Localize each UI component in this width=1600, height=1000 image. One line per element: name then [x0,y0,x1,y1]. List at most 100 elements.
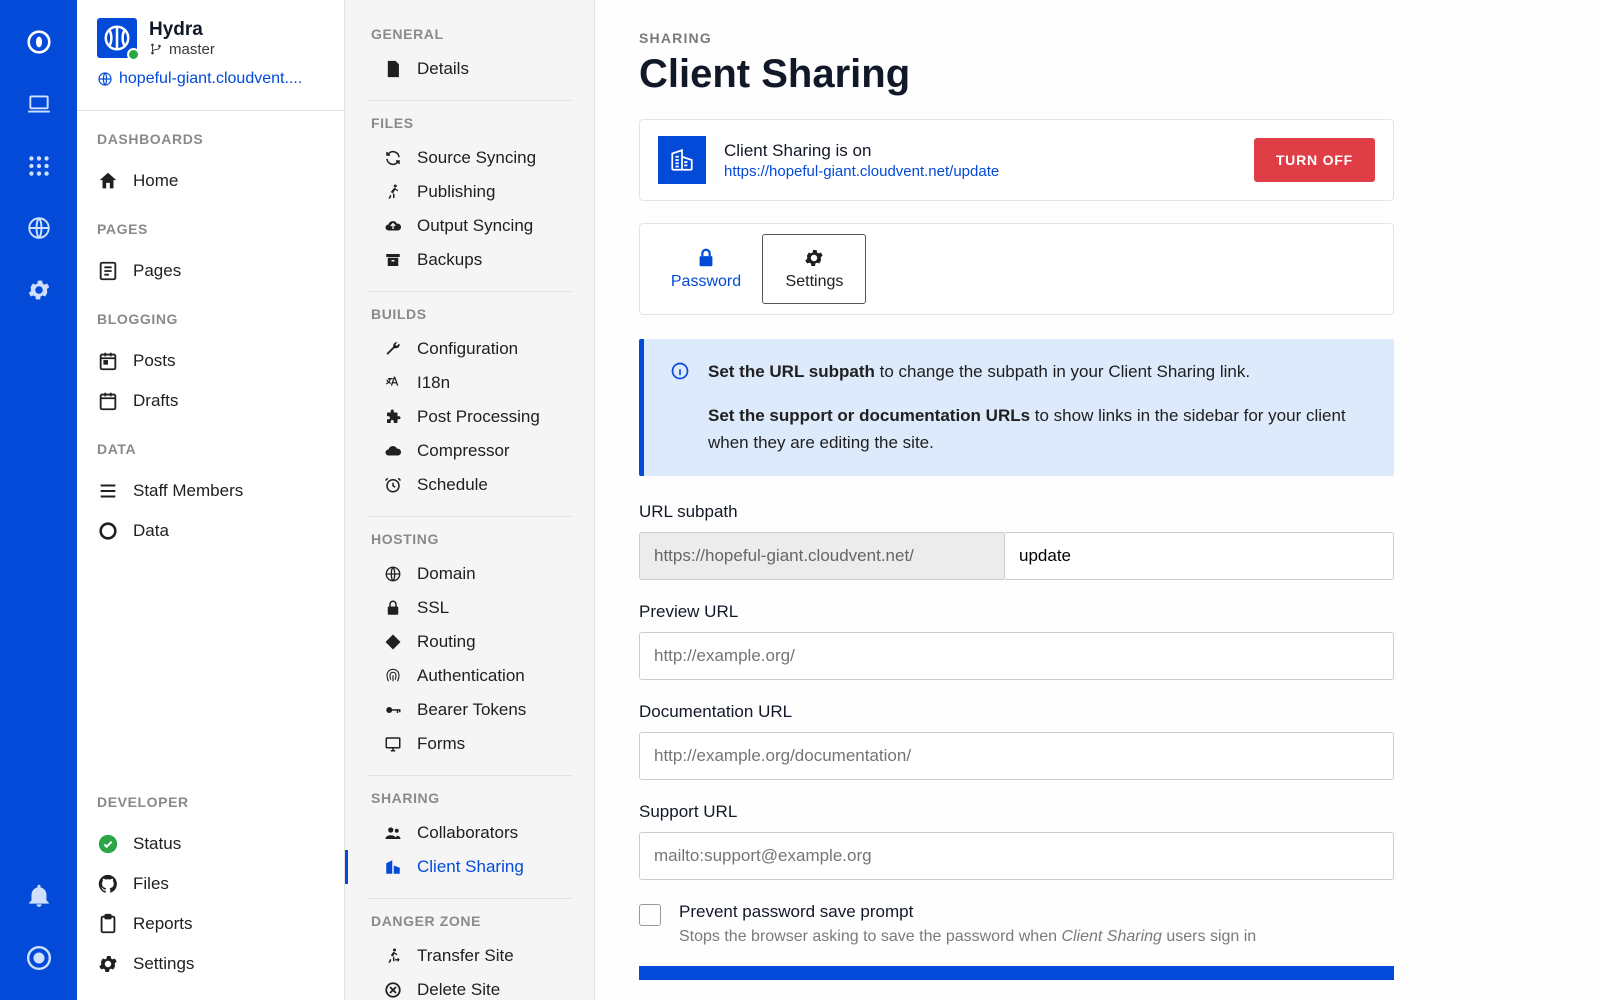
nav-label: Domain [417,564,476,584]
key-icon [383,700,403,720]
field-label: Support URL [639,802,1394,822]
section-label: DASHBOARDS [97,131,324,147]
diamond-icon [383,632,403,652]
nav-backups[interactable]: Backups [345,243,594,277]
nav-schedule[interactable]: Schedule [345,468,594,502]
nav-label: Bearer Tokens [417,700,526,720]
cloud-upload-icon [383,216,403,236]
cancel-icon [383,980,403,1000]
support-url-input[interactable] [639,832,1394,880]
nav-compressor[interactable]: Compressor [345,434,594,468]
field-support-url: Support URL [639,802,1394,880]
url-subpath-input[interactable] [1004,532,1394,580]
sidebar-item-files[interactable]: Files [97,864,324,904]
clipboard-icon [97,913,119,935]
nav-authentication[interactable]: Authentication [345,659,594,693]
nav-collaborators[interactable]: Collaborators [345,816,594,850]
nav-forms[interactable]: Forms [345,727,594,761]
nav-ssl[interactable]: SSL [345,591,594,625]
field-preview-url: Preview URL [639,602,1394,680]
nav-domain[interactable]: Domain [345,557,594,591]
settings-sidebar: GENERAL Details FILES Source Syncing Pub… [345,0,595,1000]
section-label: DEVELOPER [97,794,324,810]
main-content: SHARING Client Sharing Client Sharing is… [595,0,1600,1000]
archive-icon [383,250,403,270]
rail-laptop-icon[interactable] [19,84,59,124]
sidebar-item-label: Files [133,874,169,894]
rail-avatar-icon[interactable] [19,938,59,978]
nav-label: SSL [417,598,449,618]
nav-i18n[interactable]: I18n [345,366,594,400]
sidebar-item-settings[interactable]: Settings [97,944,324,984]
section-label: HOSTING [345,531,594,547]
nav-bearer-tokens[interactable]: Bearer Tokens [345,693,594,727]
page-title: Client Sharing [639,52,1556,97]
nav-client-sharing[interactable]: Client Sharing [345,850,594,884]
nav-details[interactable]: Details [345,52,594,86]
sidebar-item-home[interactable]: Home [97,161,324,201]
site-name: Hydra [149,19,215,41]
sidebar-item-label: Pages [133,261,181,281]
sidebar-item-label: Settings [133,954,194,974]
nav-publishing[interactable]: Publishing [345,175,594,209]
tab-password[interactable]: Password [654,234,758,304]
sidebar-item-reports[interactable]: Reports [97,904,324,944]
nav-routing[interactable]: Routing [345,625,594,659]
preview-url-input[interactable] [639,632,1394,680]
page-eyebrow: SHARING [639,30,1556,46]
tab-label: Password [671,273,741,291]
page-icon [97,260,119,282]
turn-off-button[interactable]: TURN OFF [1254,138,1375,182]
section-label: PAGES [97,221,324,237]
sidebar-item-label: Data [133,521,169,541]
home-icon [97,170,119,192]
site-branch[interactable]: master [149,41,215,58]
sidebar-item-drafts[interactable]: Drafts [97,381,324,421]
section-label: BLOGGING [97,311,324,327]
tabs-panel: Password Settings [639,223,1394,315]
donut-icon [97,520,119,542]
status-dot-icon [127,48,140,61]
status-url-link[interactable]: https://hopeful-giant.cloudvent.net/upda… [724,163,999,180]
translate-icon [383,373,403,393]
sidebar-item-label: Staff Members [133,481,243,501]
calendar-icon [97,350,119,372]
rail-globe-icon[interactable] [19,208,59,248]
settings-form: URL subpath https://hopeful-giant.cloudv… [639,502,1394,980]
tab-settings[interactable]: Settings [762,234,866,304]
nav-delete-site[interactable]: Delete Site [345,973,594,1000]
nav-label: Compressor [417,441,510,461]
nav-output-syncing[interactable]: Output Syncing [345,209,594,243]
nav-label: Client Sharing [417,857,524,877]
nav-label: Authentication [417,666,525,686]
sidebar-item-staff[interactable]: Staff Members [97,471,324,511]
sidebar-item-status[interactable]: Status [97,824,324,864]
nav-transfer-site[interactable]: Transfer Site [345,939,594,973]
section-label: DATA [97,441,324,457]
monitor-icon [383,734,403,754]
submit-button[interactable] [639,966,1394,980]
nav-configuration[interactable]: Configuration [345,332,594,366]
documentation-url-input[interactable] [639,732,1394,780]
nav-source-syncing[interactable]: Source Syncing [345,141,594,175]
site-url-link[interactable]: hopeful-giant.cloudvent.... [97,70,324,88]
nav-label: Publishing [417,182,495,202]
sidebar-item-posts[interactable]: Posts [97,341,324,381]
globe-icon [97,71,113,87]
branch-icon [149,42,163,56]
sidebar-item-data[interactable]: Data [97,511,324,551]
rail-apps-icon[interactable] [19,146,59,186]
nav-post-processing[interactable]: Post Processing [345,400,594,434]
prevent-save-checkbox[interactable] [639,904,661,926]
gear-icon [97,953,119,975]
github-icon [97,873,119,895]
rail-bell-icon[interactable] [19,876,59,916]
nav-label: Backups [417,250,482,270]
section-label: BUILDS [345,306,594,322]
sidebar-item-pages[interactable]: Pages [97,251,324,291]
nav-label: Configuration [417,339,518,359]
rail-gear-icon[interactable] [19,270,59,310]
checkbox-help: Stops the browser asking to save the pas… [679,928,1256,946]
rail-logo-icon[interactable] [19,22,59,62]
field-label: Documentation URL [639,702,1394,722]
